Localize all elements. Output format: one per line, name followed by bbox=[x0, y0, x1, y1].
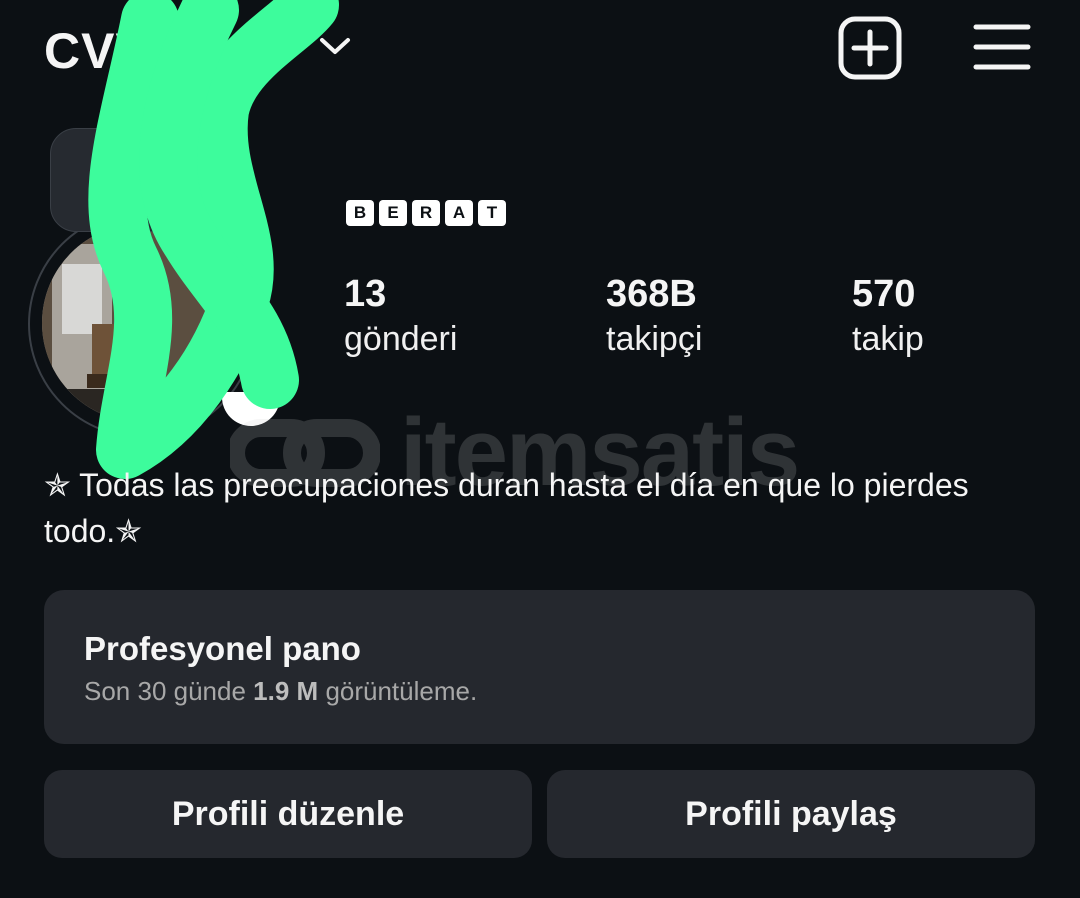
name-tile: R bbox=[412, 200, 440, 226]
name-tile: E bbox=[379, 200, 407, 226]
professional-dashboard[interactable]: Profesyonel pano Son 30 günde 1.9 M görü… bbox=[44, 590, 1035, 744]
dashboard-subtitle: Son 30 günde 1.9 M görüntüleme. bbox=[84, 676, 477, 707]
edit-profile-button[interactable]: Profili düzenle bbox=[44, 770, 532, 858]
name-tile: A bbox=[445, 200, 473, 226]
stat-followers[interactable]: 368B takipçi bbox=[606, 272, 702, 362]
dashboard-sub-suffix: görüntüleme. bbox=[325, 676, 478, 706]
stat-followers-value: 368B bbox=[606, 273, 697, 315]
name-tile: T bbox=[478, 200, 506, 226]
stat-followers-label: takipçi bbox=[606, 320, 703, 358]
hamburger-menu-icon[interactable] bbox=[972, 22, 1032, 72]
stat-following-label: takip bbox=[852, 320, 924, 358]
name-tile: B bbox=[346, 200, 374, 226]
plus-square-icon[interactable] bbox=[838, 16, 902, 80]
stat-following[interactable]: 570 takip bbox=[852, 272, 924, 362]
stat-posts-label: gönderi bbox=[344, 320, 458, 358]
share-profile-button[interactable]: Profili paylaş bbox=[547, 770, 1035, 858]
dashboard-sub-prefix: Son 30 günde bbox=[84, 676, 246, 706]
dashboard-sub-value: 1.9 M bbox=[253, 676, 319, 706]
stat-posts-value: 13 bbox=[344, 273, 387, 315]
stat-posts[interactable]: 13 gönderi bbox=[344, 272, 457, 362]
profile-bio: ✯ Todas las preocupaciones duran hasta e… bbox=[44, 467, 969, 549]
display-name: B E R A T bbox=[346, 200, 506, 226]
stat-following-value: 570 bbox=[852, 273, 916, 315]
dashboard-title: Profesyonel pano bbox=[84, 630, 361, 667]
